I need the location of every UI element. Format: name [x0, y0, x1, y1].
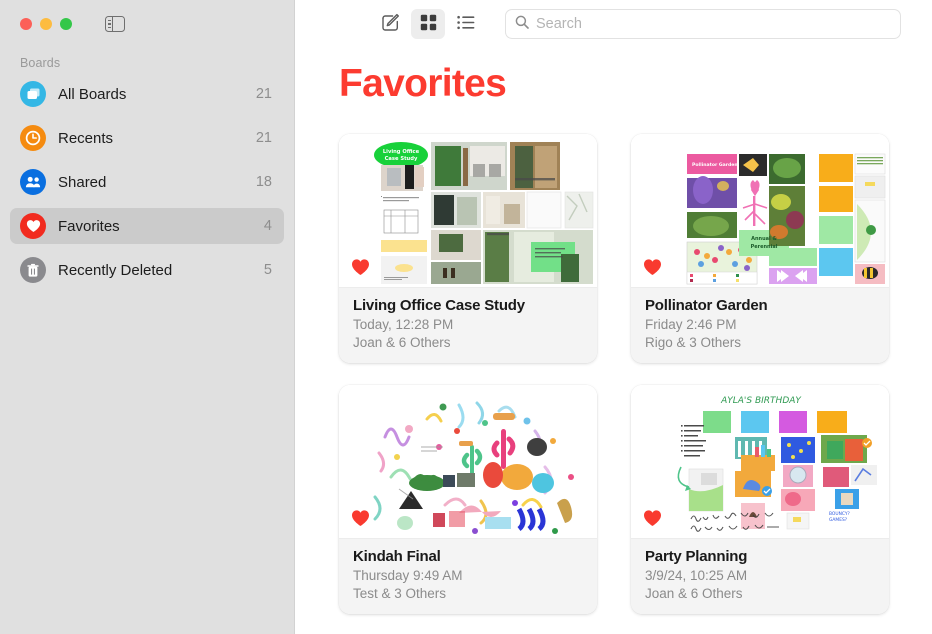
- board-date: Thursday 9:49 AM: [353, 567, 463, 583]
- search-placeholder: Search: [536, 16, 582, 32]
- svg-text:Case Study: Case Study: [385, 156, 418, 162]
- sidebar-item-count: 21: [255, 86, 272, 102]
- favorite-heart-icon[interactable]: [351, 509, 370, 528]
- board-thumbnail[interactable]: Living Office Case Study: [339, 134, 597, 287]
- sidebar-item-label: Shared: [58, 173, 107, 191]
- list-view-button[interactable]: [449, 9, 483, 39]
- svg-text:Annual &: Annual &: [751, 236, 777, 242]
- board-title: Party Planning: [645, 547, 748, 565]
- toolbar: Search: [295, 0, 932, 48]
- svg-text:Living Office: Living Office: [383, 149, 420, 155]
- app-window: Boards All Boards 21 Recents 21 Shared 1…: [0, 0, 932, 634]
- trash-icon: [20, 257, 46, 283]
- sidebar-item-count: 18: [255, 174, 272, 190]
- sidebar-item-label: Recently Deleted: [58, 261, 173, 279]
- board-thumbnail[interactable]: Pollinator Garden Annual & Perennial: [631, 134, 889, 287]
- sidebar-item-count: 5: [263, 262, 272, 278]
- board-thumbnail[interactable]: AYLA'S BIRTHDAY BOUNCY? GAMES?: [631, 384, 889, 538]
- sidebar-toggle-icon[interactable]: [105, 16, 125, 32]
- grid-view-button[interactable]: [411, 9, 445, 39]
- favorite-heart-icon[interactable]: [351, 258, 370, 277]
- party-planning-board-thumbnail: AYLA'S BIRTHDAY BOUNCY? GAMES?: [631, 384, 889, 538]
- sidebar-nav: All Boards 21 Recents 21 Shared 18 Favor…: [0, 76, 294, 288]
- sidebar-item-count: 21: [255, 130, 272, 146]
- favorite-heart-icon[interactable]: [643, 258, 662, 277]
- sidebar-item-label: Favorites: [58, 217, 120, 235]
- people-icon: [20, 169, 46, 195]
- grid-view-icon: [420, 14, 437, 34]
- board-info: Kindah Final Thursday 9:49 AM Test & 3 O…: [339, 537, 597, 614]
- svg-text:Perennial: Perennial: [751, 244, 778, 250]
- board-title: Kindah Final: [353, 547, 441, 565]
- page-title: Favorites: [339, 62, 507, 105]
- sidebar-item-count: 4: [263, 218, 272, 234]
- compose-button[interactable]: [373, 9, 407, 39]
- board-thumbnail[interactable]: [339, 384, 597, 538]
- favorite-heart-icon[interactable]: [643, 509, 662, 528]
- minimize-button[interactable]: [40, 18, 52, 30]
- sidebar: Boards All Boards 21 Recents 21 Shared 1…: [0, 0, 295, 634]
- sidebar-item-recently-deleted[interactable]: Recently Deleted 5: [10, 252, 284, 288]
- heart-icon: [20, 213, 46, 239]
- board-card[interactable]: Kindah Final Thursday 9:49 AM Test & 3 O…: [339, 384, 597, 614]
- board-info: Living Office Case Study Today, 12:28 PM…: [339, 287, 597, 363]
- boards-icon: [20, 81, 46, 107]
- sidebar-item-favorites[interactable]: Favorites 4: [10, 208, 284, 244]
- board-info: Party Planning 3/9/24, 10:25 AM Joan & 6…: [631, 537, 889, 614]
- board-card[interactable]: AYLA'S BIRTHDAY BOUNCY? GAMES? Party Pla…: [631, 384, 889, 614]
- kindah-final-board-thumbnail: [339, 384, 597, 538]
- board-people: Joan & 6 Others: [353, 334, 451, 350]
- compose-icon: [381, 13, 400, 35]
- board-people: Test & 3 Others: [353, 585, 447, 601]
- svg-text:AYLA'S BIRTHDAY: AYLA'S BIRTHDAY: [720, 396, 802, 406]
- sidebar-item-label: Recents: [58, 129, 114, 147]
- board-card[interactable]: Living Office Case Study Living Office C…: [339, 134, 597, 363]
- board-date: 3/9/24, 10:25 AM: [645, 567, 748, 583]
- living-office-board-thumbnail: Living Office Case Study: [339, 134, 597, 287]
- main-content: Search Favorites Living Office Case Stud…: [295, 0, 932, 634]
- board-info: Pollinator Garden Friday 2:46 PM Rigo & …: [631, 287, 889, 363]
- sidebar-section-label: Boards: [20, 56, 61, 70]
- sidebar-item-all-boards[interactable]: All Boards 21: [10, 76, 284, 112]
- svg-text:Pollinator Garden: Pollinator Garden: [692, 162, 738, 168]
- board-title: Pollinator Garden: [645, 297, 768, 314]
- board-card[interactable]: Pollinator Garden Annual & Perennial Pol…: [631, 134, 889, 363]
- svg-text:GAMES?: GAMES?: [829, 517, 848, 523]
- board-date: Today, 12:28 PM: [353, 317, 454, 332]
- board-date: Friday 2:46 PM: [645, 317, 737, 332]
- maximize-button[interactable]: [60, 18, 72, 30]
- sidebar-item-recents[interactable]: Recents 21: [10, 120, 284, 156]
- svg-text:BOUNCY?: BOUNCY?: [829, 511, 851, 517]
- sidebar-item-label: All Boards: [58, 85, 127, 103]
- board-people: Joan & 6 Others: [645, 585, 743, 601]
- boards-grid: Living Office Case Study Living Office C…: [295, 106, 932, 614]
- board-people: Rigo & 3 Others: [645, 334, 742, 350]
- board-title: Living Office Case Study: [353, 297, 525, 314]
- window-controls: [0, 0, 294, 48]
- sidebar-item-shared[interactable]: Shared 18: [10, 164, 284, 200]
- search-icon: [515, 15, 529, 34]
- clock-icon: [20, 125, 46, 151]
- close-button[interactable]: [20, 18, 32, 30]
- search-input[interactable]: Search: [505, 9, 901, 39]
- sidebar-toggle-pane: [106, 17, 113, 31]
- list-view-icon: [457, 15, 475, 33]
- pollinator-garden-board-thumbnail: Pollinator Garden Annual & Perennial: [631, 134, 889, 287]
